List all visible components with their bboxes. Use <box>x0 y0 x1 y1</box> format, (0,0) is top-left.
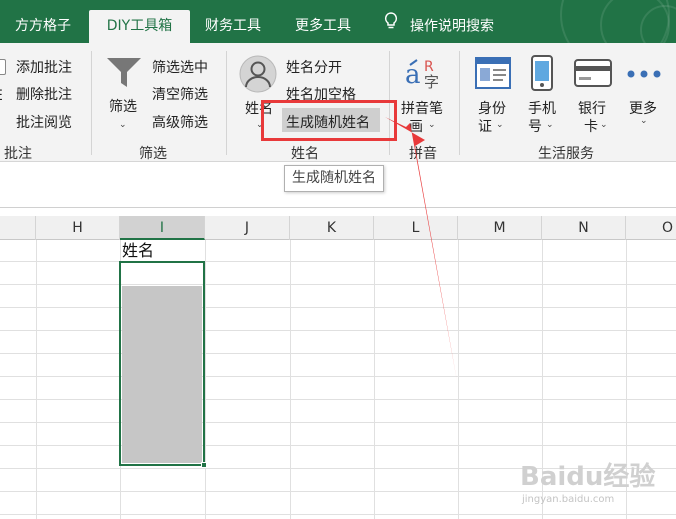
advanced-filter-button[interactable]: 高级筛选 <box>152 112 208 132</box>
filter-selected-button[interactable]: 筛选选中 <box>152 57 208 77</box>
chevron-down-icon: ⌄ <box>546 120 554 130</box>
watermark-url: jingyan.baidu.com <box>522 494 615 505</box>
svg-text:字: 字 <box>424 73 439 89</box>
bank-card-label-2: 卡 <box>584 119 598 135</box>
gridline <box>205 240 206 519</box>
chevron-down-icon: ⌄ <box>428 120 436 130</box>
more-services-button[interactable]: 更多 <box>629 98 657 118</box>
column-header-o[interactable]: O <box>626 216 676 240</box>
svg-text:a: a <box>405 60 421 89</box>
gridline <box>0 376 676 377</box>
id-card-label-2: 证 <box>478 119 492 135</box>
split-name-button[interactable]: 姓名分开 <box>286 57 342 77</box>
delete-comment-button[interactable]: 删除批注 <box>16 84 72 104</box>
group-separator <box>91 51 92 155</box>
selected-cells-fill <box>122 286 202 463</box>
bank-card-icon <box>574 59 612 91</box>
gridline <box>36 240 37 519</box>
gridline <box>0 445 676 446</box>
gridline <box>0 307 676 308</box>
gridline <box>0 261 676 262</box>
id-card-icon <box>475 57 511 93</box>
id-card-button[interactable]: 身份 <box>478 98 506 118</box>
pinyin-icon: a R 字 <box>404 57 442 93</box>
column-header-partial <box>0 216 36 240</box>
group-label-annotate: 批注 <box>4 146 32 162</box>
watermark-text: Baidu经验 <box>520 462 656 492</box>
fill-handle[interactable] <box>201 462 207 468</box>
group-label-filter: 筛选 <box>139 146 167 162</box>
tab-fangfang[interactable]: 方方格子 <box>0 10 86 43</box>
mobile-phone-icon <box>531 55 553 95</box>
watermark: Baidu经验 jingyan.baidu.com <box>520 448 670 516</box>
gridline <box>374 240 375 519</box>
filter-button[interactable]: 筛选 <box>109 96 137 116</box>
gridline <box>0 284 676 285</box>
tab-finance-tools[interactable]: 财务工具 <box>194 10 272 43</box>
clear-filter-button[interactable]: 清空筛选 <box>152 84 208 104</box>
column-header-k[interactable]: K <box>290 216 374 240</box>
group-separator <box>226 51 227 155</box>
lightbulb-icon <box>384 10 398 43</box>
tab-more-tools[interactable]: 更多工具 <box>282 10 364 43</box>
group-separator <box>459 51 460 155</box>
bank-card-button[interactable]: 银行 <box>578 98 606 118</box>
tell-me-search[interactable]: 操作说明搜索 <box>384 10 494 43</box>
column-header-i[interactable]: I <box>120 216 205 240</box>
add-comment-button[interactable]: 添加批注 <box>16 57 72 77</box>
person-icon <box>239 55 277 97</box>
column-header-j[interactable]: J <box>205 216 290 240</box>
chevron-down-icon: ⌄ <box>640 116 648 126</box>
group-label-name: 姓名 <box>291 146 319 162</box>
cut-off-label: E <box>0 88 3 104</box>
chevron-down-icon: ⌄ <box>496 120 504 130</box>
mobile-number-label-2: 号 <box>528 119 542 135</box>
column-header-row: H I J K L M N O <box>0 216 676 240</box>
annotation-highlight-box <box>261 100 397 141</box>
gridline <box>0 422 676 423</box>
pinyin-stroke-label-2: 画 <box>409 119 423 135</box>
ribbon-tab-bar: 方方格子 DIY工具箱 财务工具 更多工具 操作说明搜索 <box>0 0 676 43</box>
tab-diy-toolbox[interactable]: DIY工具箱 <box>89 10 190 43</box>
more-dots-icon <box>626 68 662 83</box>
pinyin-stroke-button[interactable]: 拼音笔 <box>401 98 443 118</box>
gridline <box>0 399 676 400</box>
gridline <box>0 353 676 354</box>
gridline <box>290 240 291 519</box>
selected-range[interactable] <box>119 261 207 468</box>
group-label-pinyin: 拼音 <box>409 146 437 162</box>
column-header-l[interactable]: L <box>374 216 458 240</box>
column-header-h[interactable]: H <box>36 216 120 240</box>
chevron-down-icon: ⌄ <box>600 120 608 130</box>
tell-me-label: 操作说明搜索 <box>410 18 494 35</box>
checkbox-partial[interactable] <box>0 59 6 75</box>
column-header-m[interactable]: M <box>458 216 542 240</box>
group-label-life-services: 生活服务 <box>538 146 594 162</box>
chevron-down-icon: ⌄ <box>119 120 127 130</box>
mobile-number-button[interactable]: 手机 <box>528 98 556 118</box>
funnel-icon <box>106 57 142 93</box>
comment-browse-button[interactable]: 批注阅览 <box>16 112 72 132</box>
cell-i-header[interactable]: 姓名 <box>122 240 154 262</box>
gridline <box>458 240 459 519</box>
tooltip: 生成随机姓名 <box>284 165 384 192</box>
gridline <box>0 330 676 331</box>
column-header-n[interactable]: N <box>542 216 626 240</box>
